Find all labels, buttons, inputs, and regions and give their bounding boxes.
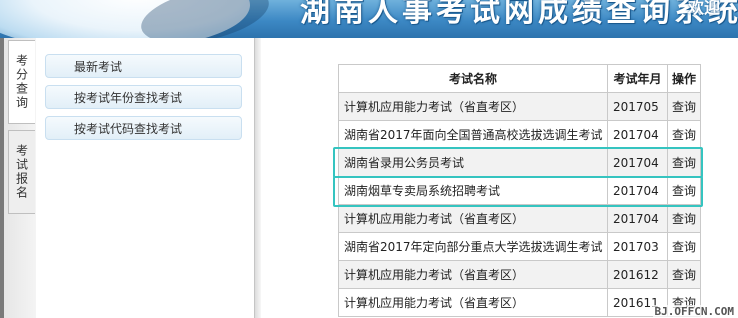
exam-table: 考试名称 考试年月 操作 计算机应用能力考试（省直考区） 201705 查询 湖… xyxy=(338,64,701,317)
exam-table-container: 考试名称 考试年月 操作 计算机应用能力考试（省直考区） 201705 查询 湖… xyxy=(338,64,701,317)
left-edge xyxy=(0,38,4,318)
panel-divider xyxy=(254,38,261,318)
table-row: 湖南烟草专卖局系统招聘考试 201704 查询 xyxy=(338,176,701,205)
exam-name-cell: 湖南省2017年定向部分重点大学选拔选调生考试 xyxy=(338,232,608,261)
menu-item-by-year[interactable]: 按考试年份查找考试 xyxy=(45,85,242,109)
table-row: 计算机应用能力考试（省直考区） 201612 查询 xyxy=(338,260,701,289)
tab-score-query-label: 考分查询 xyxy=(14,54,29,110)
table-row: 计算机应用能力考试（省直考区） 201611 查询 xyxy=(338,288,701,317)
tab-score-query[interactable]: 考分查询 xyxy=(8,40,35,124)
exam-name-cell: 计算机应用能力考试（省直考区） xyxy=(338,288,608,317)
exam-date-cell: 201703 xyxy=(607,232,668,261)
table-row: 湖南省2017年面向全国普通高校选拔选调生考试 201704 查询 xyxy=(338,120,701,149)
watermark: BJ.OFFCN.COM xyxy=(652,305,736,318)
menu-item-latest-exams[interactable]: 最新考试 xyxy=(45,54,242,78)
column-header-exam-date: 考试年月 xyxy=(607,64,668,93)
column-header-action: 操作 xyxy=(667,64,701,93)
banner-decoration-shadow xyxy=(136,0,274,38)
header-banner: 湖南人事考试网成绩查询系统 欢迎 xyxy=(0,0,738,38)
query-link[interactable]: 查询 xyxy=(667,204,701,233)
exam-date-cell: 201612 xyxy=(607,260,668,289)
exam-name-cell: 计算机应用能力考试（省直考区） xyxy=(338,204,608,233)
query-link[interactable]: 查询 xyxy=(667,176,701,205)
exam-date-cell: 201705 xyxy=(607,92,668,121)
site-title: 湖南人事考试网成绩查询系统 xyxy=(300,0,738,29)
table-row: 湖南省录用公务员考试 201704 查询 xyxy=(338,148,701,177)
exam-date-cell: 201704 xyxy=(607,176,668,205)
table-row: 计算机应用能力考试（省直考区） 201704 查询 xyxy=(338,204,701,233)
exam-name-cell: 湖南烟草专卖局系统招聘考试 xyxy=(338,176,608,205)
table-row: 湖南省2017年定向部分重点大学选拔选调生考试 201703 查询 xyxy=(338,232,701,261)
query-link[interactable]: 查询 xyxy=(667,260,701,289)
side-menu: 最新考试 按考试年份查找考试 按考试代码查找考试 xyxy=(36,38,254,318)
tab-exam-registration[interactable]: 考试报名 xyxy=(8,130,35,214)
menu-item-by-code[interactable]: 按考试代码查找考试 xyxy=(45,116,242,140)
query-link[interactable]: 查询 xyxy=(667,232,701,261)
table-row: 计算机应用能力考试（省直考区） 201705 查询 xyxy=(338,92,701,121)
exam-name-cell: 计算机应用能力考试（省直考区） xyxy=(338,260,608,289)
query-link[interactable]: 查询 xyxy=(667,148,701,177)
exam-date-cell: 201704 xyxy=(607,204,668,233)
banner-corner-text: 欢迎 xyxy=(687,0,720,17)
tab-exam-registration-label: 考试报名 xyxy=(14,144,29,200)
exam-name-cell: 计算机应用能力考试（省直考区） xyxy=(338,92,608,121)
exam-name-cell: 湖南省录用公务员考试 xyxy=(338,148,608,177)
query-link[interactable]: 查询 xyxy=(667,92,701,121)
column-header-exam-name: 考试名称 xyxy=(338,64,608,93)
exam-date-cell: 201704 xyxy=(607,148,668,177)
exam-name-cell: 湖南省2017年面向全国普通高校选拔选调生考试 xyxy=(338,120,608,149)
table-header-row: 考试名称 考试年月 操作 xyxy=(338,64,701,93)
query-link[interactable]: 查询 xyxy=(667,120,701,149)
exam-date-cell: 201704 xyxy=(607,120,668,149)
